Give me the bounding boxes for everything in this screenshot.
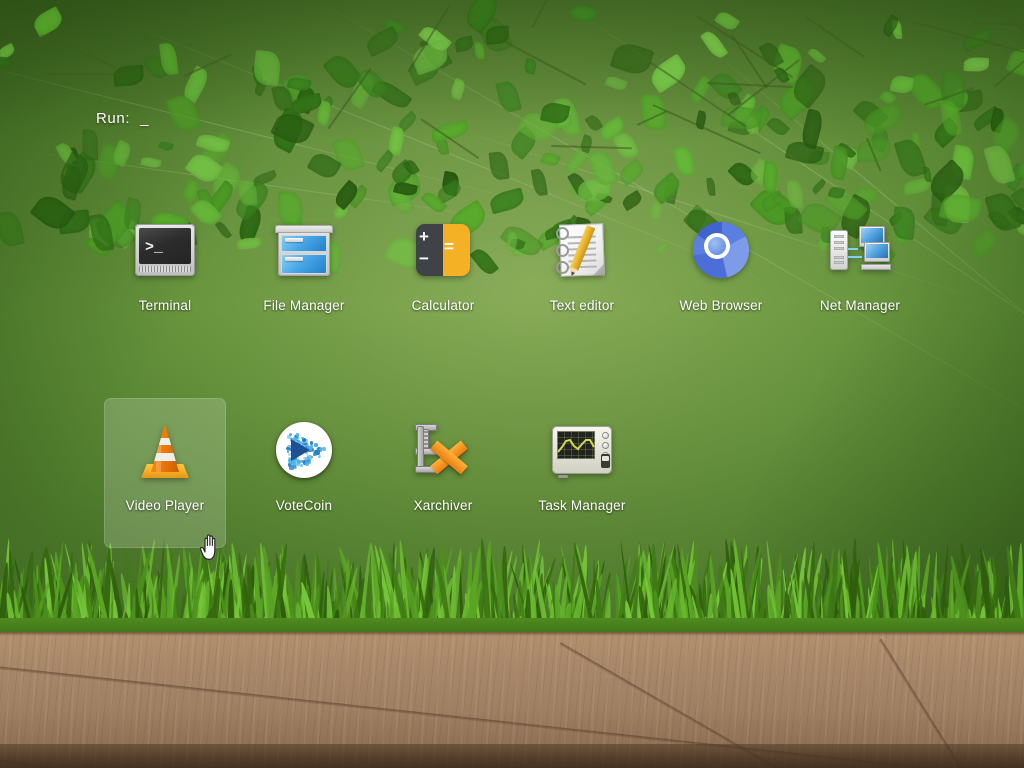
deck-bottom-band [0,744,1024,768]
desktop-icon-terminal[interactable]: >_ Terminal [104,198,226,348]
desktop-icon-label: Task Manager [538,498,625,513]
desktop-icon-video-player[interactable]: Video Player [104,398,226,548]
calc-equals-glyph: = [444,238,454,255]
desktop-icon-label: Calculator [412,298,475,313]
terminal-prompt-glyph: >_ [145,240,163,255]
desktop-icon-web-browser[interactable]: Web Browser [660,198,782,348]
desktop-icon-label: Terminal [139,298,192,313]
desktop-icon-xarchiver[interactable]: Xarchiver [382,398,504,548]
desktop[interactable]: Run: _ >_ Terminal File Manager [0,0,1024,768]
desktop-icon-label: Xarchiver [414,498,473,513]
network-computers-icon [828,218,892,282]
mouse-cursor-pointing-hand [198,532,224,562]
task-monitor-icon [550,418,614,482]
desktop-icon-text-editor[interactable]: Text editor [521,198,643,348]
vlc-cone-icon [133,418,197,482]
votecoin-icon [272,418,336,482]
deck-top-edge [0,632,1024,636]
calculator-icon: + − = [411,218,475,282]
calc-minus-glyph: − [419,250,429,267]
desktop-icon-file-manager[interactable]: File Manager [243,198,365,348]
desktop-icon-calculator[interactable]: + − = Calculator [382,198,504,348]
run-prompt[interactable]: Run: _ [96,110,149,127]
desktop-icon-task-manager[interactable]: Task Manager [521,398,643,548]
wallpaper-wooden-deck [0,632,1024,768]
xarchiver-icon [411,418,475,482]
desktop-icon-label: Text editor [550,298,614,313]
calc-plus-glyph: + [419,228,429,245]
run-prompt-label: Run: [96,110,130,127]
desktop-icon-label: File Manager [263,298,344,313]
chromium-icon [689,218,753,282]
desktop-icon-label: VoteCoin [276,498,332,513]
run-prompt-caret: _ [140,110,149,127]
desktop-icon-label: Net Manager [820,298,900,313]
desktop-icon-label: Web Browser [680,298,763,313]
desktop-icon-votecoin[interactable]: VoteCoin [243,398,365,548]
terminal-icon: >_ [133,218,197,282]
file-cabinet-icon [272,218,336,282]
notepad-pencil-icon [550,218,614,282]
desktop-icon-label: Video Player [126,498,205,513]
desktop-icon-net-manager[interactable]: Net Manager [799,198,921,348]
